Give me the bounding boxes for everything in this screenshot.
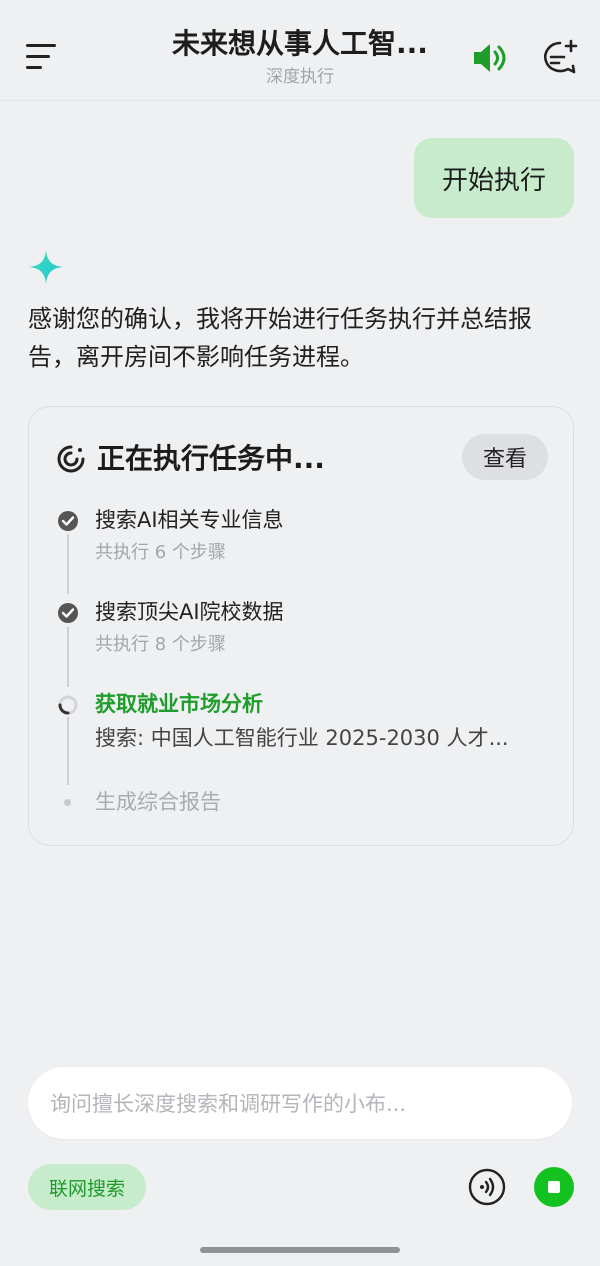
task-progress-card: 正在执行任务中... 查看 搜索AI相关专业信息 共执行 6 个步骤 搜索顶尖A… (28, 406, 574, 846)
view-button[interactable]: 查看 (462, 434, 548, 480)
menu-button[interactable] (26, 40, 60, 74)
chat-input[interactable] (48, 1067, 552, 1141)
loading-spinner-icon (58, 695, 78, 715)
timeline-connector (67, 717, 69, 785)
check-circle-icon (58, 603, 78, 623)
voice-icon (468, 1168, 506, 1206)
step-label: 搜索AI相关专业信息 (95, 508, 284, 532)
step-sub: 共执行 8 个步骤 (95, 634, 226, 655)
timeline-connector (67, 534, 69, 594)
check-circle-icon (58, 511, 78, 531)
menu-icon-bar (26, 66, 42, 69)
header-bar: 未来想从事人工智... 深度执行 (0, 0, 600, 101)
speaker-icon (474, 44, 506, 72)
pending-dot (64, 799, 71, 806)
timeline-connector (67, 627, 69, 687)
new-chat-icon (544, 39, 578, 74)
home-indicator[interactable] (200, 1247, 400, 1253)
speaker-button[interactable] (470, 38, 510, 78)
stop-icon (548, 1181, 560, 1193)
step-label-pending: 生成综合报告 (95, 790, 221, 814)
page-title: 未来想从事人工智... (172, 27, 428, 60)
menu-icon-bar (26, 44, 56, 47)
chat-input-box[interactable] (28, 1067, 572, 1141)
step-label: 搜索顶尖AI院校数据 (95, 600, 284, 624)
step-sub-active: 搜索: 中国人工智能行业 2025-2030 人才... (95, 726, 509, 750)
web-search-toggle[interactable]: 联网搜索 (28, 1164, 146, 1210)
title-block[interactable]: 未来想从事人工智... 深度执行 (150, 22, 450, 88)
task-card-title: 正在执行任务中... (97, 442, 325, 475)
menu-icon-bar (26, 55, 50, 58)
task-progress-icon (57, 445, 85, 473)
sparkle-icon (29, 250, 63, 284)
user-message-bubble: 开始执行 (414, 138, 574, 218)
page-subtitle: 深度执行 (266, 67, 334, 87)
step-label-active: 获取就业市场分析 (95, 692, 263, 716)
step-sub: 共执行 6 个步骤 (95, 542, 226, 563)
new-chat-button[interactable] (538, 36, 580, 78)
stop-button[interactable] (534, 1167, 574, 1207)
voice-button[interactable] (468, 1168, 506, 1206)
ai-message-text: 感谢您的确认，我将开始进行任务执行并总结报告，离开房间不影响任务进程。 (28, 305, 532, 371)
